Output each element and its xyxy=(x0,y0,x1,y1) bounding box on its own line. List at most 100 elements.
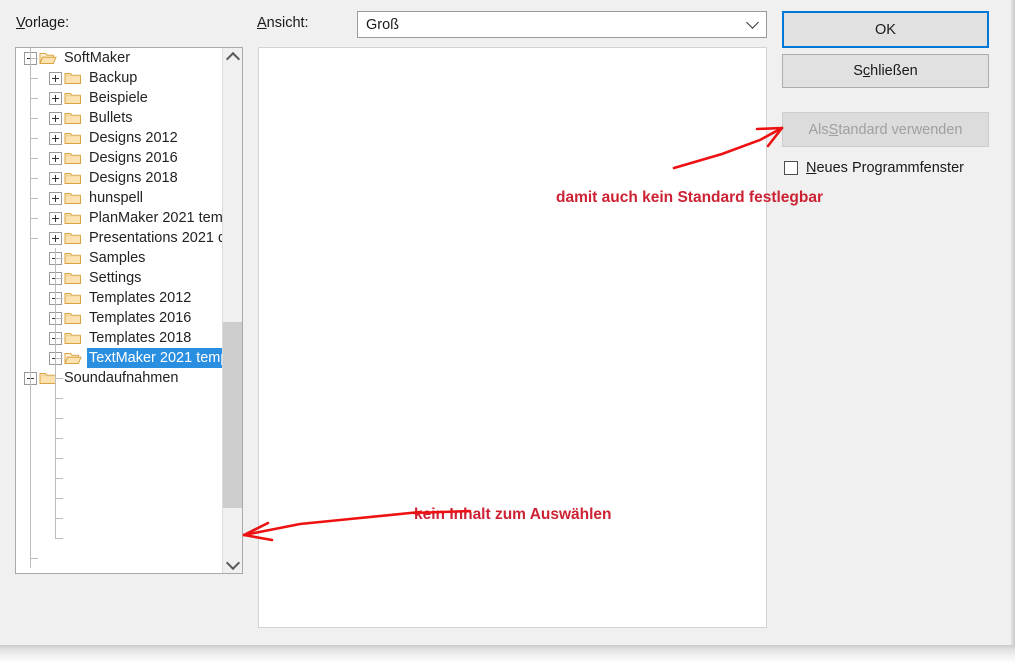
expand-icon[interactable] xyxy=(49,111,62,125)
new-program-window-rest: eues Programmfenster xyxy=(816,160,964,176)
vorlage-label-accel: V xyxy=(16,15,25,31)
tree-guide-tick xyxy=(55,418,63,419)
ansicht-combobox[interactable]: Groß xyxy=(357,11,767,38)
tree-item-label: Beispiele xyxy=(89,90,148,106)
tree-guide-tick xyxy=(55,338,63,339)
folder-icon xyxy=(64,291,82,305)
tree-item-label: Templates 2016 xyxy=(89,310,192,326)
ansicht-selected-value: Groß xyxy=(366,16,400,33)
new-program-window-checkbox[interactable] xyxy=(784,161,798,175)
expand-icon[interactable] xyxy=(49,91,62,105)
folder-icon xyxy=(64,71,82,85)
vorlage-label-rest: orlage: xyxy=(24,15,70,31)
tree-guide-tick xyxy=(55,478,63,479)
expand-icon[interactable] xyxy=(49,151,62,165)
folder-icon xyxy=(64,271,82,285)
folder-icon xyxy=(64,171,82,185)
tree-guide-tick xyxy=(55,298,63,299)
tree-guide-tick xyxy=(55,498,63,499)
close-button[interactable]: Sc hließen xyxy=(782,54,989,88)
tree-item-designs-2016[interactable]: Designs 2016 xyxy=(16,148,222,168)
tree-item-designs-2018[interactable]: Designs 2018 xyxy=(16,168,222,188)
tree-item-label: PlanMaker 2021 templa xyxy=(89,210,222,226)
folder-icon xyxy=(64,231,82,245)
folder-icon xyxy=(64,131,82,145)
window-right-edge xyxy=(1005,0,1015,646)
folder-open-icon xyxy=(39,51,57,65)
ansicht-dropdown-button[interactable] xyxy=(738,16,766,31)
set-as-default-after: tandard verwenden xyxy=(838,121,963,138)
tree-guide-tick xyxy=(55,438,63,439)
chevron-up-icon xyxy=(225,51,240,66)
folder-icon xyxy=(64,311,82,325)
folder-open-icon xyxy=(64,351,82,365)
expand-icon[interactable] xyxy=(49,71,62,85)
set-as-default-before: Als xyxy=(808,121,829,138)
tree-guide-tick xyxy=(30,78,38,79)
template-tree-scrollbar[interactable] xyxy=(222,48,242,573)
tree-guide-tick xyxy=(30,178,38,179)
tree-item-label: Designs 2012 xyxy=(89,130,178,146)
close-button-accel: c xyxy=(862,63,871,79)
tree-item-label: SoftMaker xyxy=(64,50,131,66)
scrollbar-thumb[interactable] xyxy=(223,322,242,508)
tree-item-templates-2018[interactable]: Templates 2018 xyxy=(16,328,222,348)
template-tree-rows: Newsgroupsnoch bearbeitenPhilosophie+Rel… xyxy=(16,48,222,388)
tree-guide-line xyxy=(55,248,56,538)
tree-item-hunspell[interactable]: hunspell xyxy=(16,188,222,208)
tree-item-label: Templates 2018 xyxy=(89,330,192,346)
ok-button[interactable]: OK xyxy=(782,11,989,48)
tree-item-softmaker[interactable]: SoftMaker xyxy=(16,48,222,68)
annotation-no-default: damit auch kein Standard festlegbar xyxy=(556,189,824,206)
tree-item-beispiele[interactable]: Beispiele xyxy=(16,88,222,108)
chevron-down-icon xyxy=(225,555,240,570)
tree-item-presentations-2021-desi[interactable]: Presentations 2021 desi xyxy=(16,228,222,248)
tree-item-label: Templates 2012 xyxy=(89,290,192,306)
tree-guide-tick xyxy=(30,138,38,139)
expand-icon[interactable] xyxy=(49,171,62,185)
expand-icon[interactable] xyxy=(49,131,62,145)
tree-guide-tick xyxy=(55,318,63,319)
scroll-down-button[interactable] xyxy=(223,555,242,573)
tree-item-samples[interactable]: Samples xyxy=(16,248,222,268)
close-button-after: hließen xyxy=(870,63,918,79)
set-as-default-accel: S xyxy=(828,121,839,138)
tree-guide-tick xyxy=(30,158,38,159)
expand-icon[interactable] xyxy=(49,211,62,225)
tree-item-label: Designs 2016 xyxy=(89,150,178,166)
folder-icon xyxy=(64,151,82,165)
new-program-window-checkbox-row[interactable]: Neues Programmfenster xyxy=(784,160,964,176)
folder-icon xyxy=(64,331,82,345)
tree-item-label: hunspell xyxy=(89,190,144,206)
expand-icon[interactable] xyxy=(49,231,62,245)
tree-item-textmaker-2021-templa[interactable]: TextMaker 2021 templa xyxy=(16,348,222,368)
tree-item-templates-2016[interactable]: Templates 2016 xyxy=(16,308,222,328)
tree-guide-tick xyxy=(30,558,38,559)
tree-guide-tick xyxy=(55,518,63,519)
tree-item-soundaufnahmen[interactable]: Soundaufnahmen xyxy=(16,368,222,388)
template-tree[interactable]: Newsgroupsnoch bearbeitenPhilosophie+Rel… xyxy=(15,47,243,574)
tree-guide-tick xyxy=(55,538,63,539)
tree-guide-tick xyxy=(30,218,38,219)
template-preview-pane[interactable] xyxy=(258,47,767,628)
tree-item-label: Soundaufnahmen xyxy=(64,370,179,386)
tree-item-planmaker-2021-templa[interactable]: PlanMaker 2021 templa xyxy=(16,208,222,228)
tree-item-bullets[interactable]: Bullets xyxy=(16,108,222,128)
tree-item-templates-2012[interactable]: Templates 2012 xyxy=(16,288,222,308)
tree-item-label: Presentations 2021 desi xyxy=(89,230,222,246)
chevron-down-icon xyxy=(745,16,759,29)
tree-item-designs-2012[interactable]: Designs 2012 xyxy=(16,128,222,148)
folder-icon xyxy=(64,251,82,265)
tree-item-settings[interactable]: Settings xyxy=(16,268,222,288)
tree-guide-tick xyxy=(30,58,38,59)
tree-guide-tick xyxy=(55,458,63,459)
scroll-up-button[interactable] xyxy=(223,48,242,66)
set-as-default-button[interactable]: Als Standard verwenden xyxy=(782,112,989,147)
tree-item-label: Backup xyxy=(89,70,138,86)
expand-icon[interactable] xyxy=(49,191,62,205)
new-program-window-accel: N xyxy=(806,160,817,176)
tree-item-backup[interactable]: Backup xyxy=(16,68,222,88)
template-dialog-window: Vorlage: Ansicht: Newsgroupsnoch bearbei… xyxy=(0,0,1015,663)
tree-guide-tick xyxy=(30,98,38,99)
ok-button-label: OK xyxy=(875,21,896,38)
